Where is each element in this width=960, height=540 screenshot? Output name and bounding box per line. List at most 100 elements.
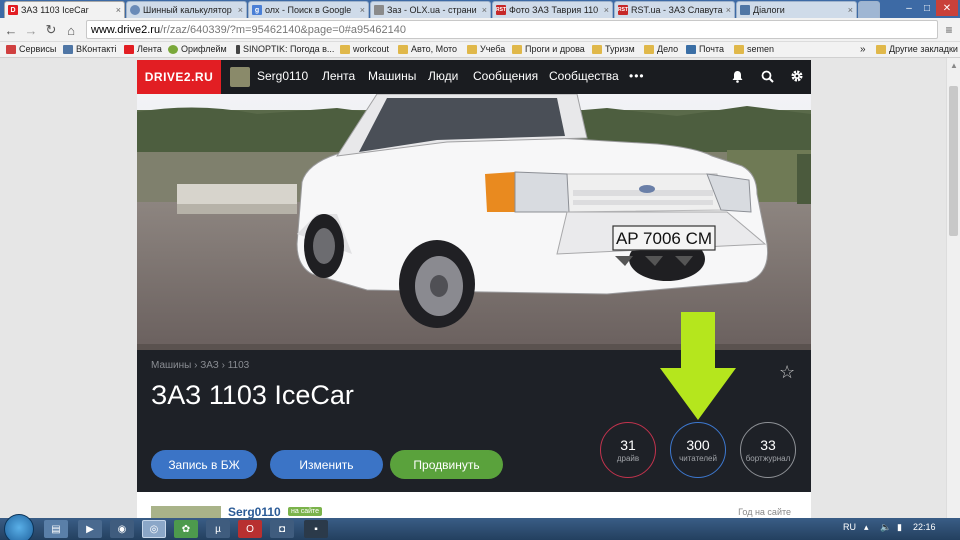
reload-button[interactable]: ↻: [42, 21, 60, 39]
volume-icon[interactable]: 🔈: [880, 522, 891, 533]
license-plate: AP 7006 CM: [616, 229, 712, 248]
tab-label: Шинный калькулятор: [143, 5, 232, 15]
clock[interactable]: 22:16: [913, 522, 936, 532]
opera-icon[interactable]: O: [238, 520, 262, 538]
nav-mashiny[interactable]: Машины: [368, 69, 416, 83]
nav-lyudi[interactable]: Люди: [428, 69, 458, 83]
tab-close-icon[interactable]: ×: [848, 5, 853, 15]
scroll-up-icon[interactable]: ▲: [950, 61, 958, 70]
url-path: /r/zaz/640339/?m=95462140&page=0#a954621…: [160, 23, 406, 36]
tab-google-search[interactable]: g олх - Поиск в Google ×: [248, 1, 369, 18]
tab-dialogs[interactable]: Діалоги ×: [736, 1, 857, 18]
nav-soobshchestva[interactable]: Сообщества: [549, 69, 619, 83]
explorer-icon[interactable]: ▤: [44, 520, 68, 538]
bookmark-label: Авто, Мото: [411, 44, 458, 54]
gear-icon[interactable]: [789, 68, 805, 84]
bookmark-oriflame[interactable]: Орифлейм: [168, 44, 227, 54]
tab-drive2[interactable]: D ЗАЗ 1103 IceCar ×: [4, 1, 125, 18]
tab-olx[interactable]: Заз - OLX.ua - страни ×: [370, 1, 491, 18]
stat-readers[interactable]: 300 читателей: [670, 422, 726, 478]
back-button[interactable]: ←: [2, 21, 20, 39]
bookmark-label: workcout: [353, 44, 390, 54]
bookmark-vk[interactable]: ВКонтакті: [63, 44, 116, 54]
google-favicon: g: [252, 5, 262, 15]
header-username[interactable]: Serg0110: [257, 69, 308, 83]
tab-close-icon[interactable]: ×: [360, 5, 365, 15]
network-icon[interactable]: ▮: [897, 522, 902, 533]
start-button[interactable]: [4, 514, 34, 540]
bookmark-apps[interactable]: Сервисы: [6, 44, 56, 54]
terminal-icon[interactable]: ▪: [304, 520, 328, 538]
page-scrollbar[interactable]: ▲: [946, 58, 960, 518]
bookmark-sinoptik[interactable]: SINOPTIK: Погода в...: [236, 44, 334, 54]
tab-close-icon[interactable]: ×: [604, 5, 609, 15]
tab-close-icon[interactable]: ×: [238, 5, 243, 15]
tab-label: ЗАЗ 1103 IceCar: [21, 5, 89, 15]
nav-soobshcheniya[interactable]: Сообщения: [473, 69, 538, 83]
url-host: www.drive2.ru: [91, 23, 161, 36]
bookmark-other[interactable]: Другие закладки: [876, 44, 958, 54]
bookmark-semen[interactable]: semen: [734, 44, 774, 54]
aimp-icon[interactable]: ◉: [110, 520, 134, 538]
tab-rst-slavuta[interactable]: RST RST.ua - ЗАЗ Славута ×: [614, 1, 735, 18]
stat-logbook[interactable]: 33 бортжурнал: [740, 422, 796, 478]
tab-rst-photo[interactable]: RST Фото ЗАЗ Таврия 110 ×: [492, 1, 613, 18]
tray-arrow-icon[interactable]: ▴: [864, 522, 869, 533]
member-since: Год на сайте: [738, 507, 791, 517]
stat-value: 33: [760, 436, 776, 453]
stat-drives[interactable]: 31 драйв: [600, 422, 656, 478]
scroll-thumb[interactable]: [949, 86, 958, 236]
bookmark-pochta[interactable]: Почта: [686, 44, 724, 54]
tab-label: олх - Поиск в Google: [265, 5, 352, 15]
forward-button[interactable]: →: [22, 21, 40, 39]
tab-close-icon[interactable]: ×: [482, 5, 487, 15]
drive2-site: DRIVE2.RU Serg0110 Лента Машины Люди Соо…: [137, 60, 811, 520]
site-header: DRIVE2.RU Serg0110 Лента Машины Люди Соо…: [137, 60, 811, 94]
star-icon[interactable]: ☆: [779, 362, 795, 383]
tab-label: Фото ЗАЗ Таврия 110: [509, 5, 599, 15]
close-window-button[interactable]: ✕: [936, 0, 958, 16]
avatar[interactable]: [230, 67, 250, 87]
language-indicator[interactable]: RU: [843, 522, 856, 532]
camera-icon[interactable]: ◘: [270, 520, 294, 538]
bookmark-ucheba[interactable]: Учеба: [467, 44, 505, 54]
owner-username[interactable]: Serg0110: [228, 505, 281, 519]
bookmarks-more-button[interactable]: »: [860, 44, 866, 55]
tab-close-icon[interactable]: ×: [726, 5, 731, 15]
menu-icon[interactable]: ≡: [940, 21, 958, 39]
bookmark-turizm[interactable]: Туризм: [592, 44, 635, 54]
bookmark-label: Проги и дрова: [525, 44, 585, 54]
icq-icon[interactable]: ✿: [174, 520, 198, 538]
utorrent-icon[interactable]: µ: [206, 520, 230, 538]
bell-icon[interactable]: [729, 68, 745, 84]
edit-button[interactable]: Изменить: [270, 450, 383, 479]
bookmark-delo[interactable]: Дело: [644, 44, 678, 54]
online-badge: на сайте: [288, 507, 323, 516]
tab-close-icon[interactable]: ×: [116, 5, 121, 15]
nav-more-button[interactable]: •••: [629, 69, 645, 83]
maximize-button[interactable]: □: [918, 0, 936, 16]
stat-label: драйв: [616, 453, 640, 463]
chrome-icon[interactable]: ◎: [142, 520, 166, 538]
minimize-button[interactable]: –: [900, 0, 918, 16]
media-player-icon[interactable]: ▶: [78, 520, 102, 538]
bookmark-progi[interactable]: Проги и дрова: [512, 44, 585, 54]
search-icon[interactable]: [759, 68, 775, 84]
nav-lenta[interactable]: Лента: [322, 69, 355, 83]
sinoptik-icon: [236, 44, 240, 54]
bookmark-workcout[interactable]: workcout: [340, 44, 389, 54]
rst-favicon: RST: [496, 5, 506, 15]
site-logo[interactable]: DRIVE2.RU: [137, 60, 221, 94]
bookmark-label: Туризм: [605, 44, 635, 54]
new-tab-button[interactable]: [858, 1, 880, 18]
breadcrumb[interactable]: Машины › ЗАЗ › 1103: [151, 360, 249, 371]
promote-button[interactable]: Продвинуть: [390, 450, 503, 479]
bookmark-auto-moto[interactable]: Авто, Мото: [398, 44, 457, 54]
vk-icon: [63, 44, 73, 54]
folder-icon: [398, 44, 408, 54]
address-bar[interactable]: www.drive2.ru/r/zaz/640339/?m=95462140&p…: [86, 20, 938, 39]
tab-tire-calculator[interactable]: Шинный калькулятор ×: [126, 1, 247, 18]
home-button[interactable]: ⌂: [62, 21, 80, 39]
blog-entry-button[interactable]: Запись в БЖ: [151, 450, 257, 479]
bookmark-lenta[interactable]: Лента: [124, 44, 162, 54]
